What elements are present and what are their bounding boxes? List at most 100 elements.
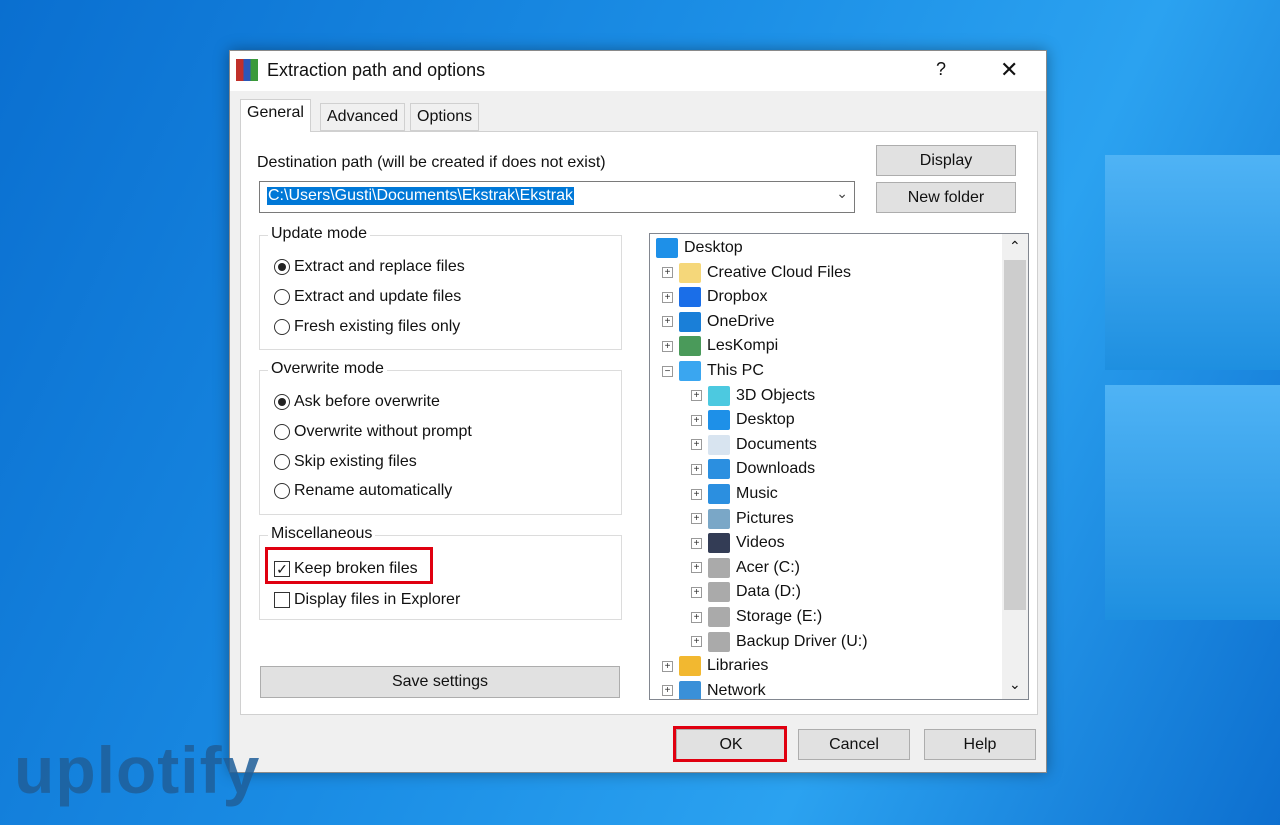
expand-icon[interactable]: + (691, 586, 702, 598)
tree-item[interactable]: + Libraries (662, 654, 768, 678)
chevron-down-icon[interactable]: ⌄ (836, 185, 848, 202)
network-icon (679, 680, 701, 699)
expand-icon[interactable]: + (691, 463, 702, 475)
expand-icon[interactable]: + (691, 488, 702, 500)
expand-icon[interactable]: + (662, 340, 673, 352)
destination-path-combobox[interactable]: C:\Users\Gusti\Documents\Ekstrak\Ekstrak… (259, 181, 855, 213)
drive-icon (708, 582, 730, 603)
tree-item-label: LesKompi (707, 337, 779, 355)
tab-general[interactable]: General (240, 99, 311, 132)
computer-icon (679, 361, 701, 381)
music-icon (708, 484, 730, 504)
tree-item[interactable]: Desktop (656, 236, 743, 260)
tree-item-label: Data (D:) (736, 583, 801, 601)
expand-icon[interactable]: + (691, 636, 702, 648)
folder-tree[interactable]: ⌃ ⌄ Desktop + Creative Cloud Files + Dropbox… (649, 233, 1029, 700)
downloads-icon (708, 459, 730, 480)
tree-item-label: Downloads (736, 460, 816, 478)
libraries-icon (679, 656, 701, 677)
documents-icon (708, 434, 730, 455)
help-button[interactable]: Help (924, 729, 1036, 760)
expand-icon[interactable]: + (691, 562, 702, 574)
radio-rename-automatically[interactable]: Rename automatically (274, 482, 452, 500)
drive-icon (708, 607, 730, 627)
option-label: Ask before overwrite (294, 393, 440, 410)
expand-icon[interactable]: + (691, 414, 702, 426)
tree-item[interactable]: + Network (662, 679, 766, 699)
expand-icon[interactable]: + (662, 685, 673, 697)
general-panel: Destination path (will be created if doe… (240, 131, 1038, 715)
radio-extract-update[interactable]: Extract and update files (274, 288, 461, 306)
expand-icon[interactable]: + (662, 660, 673, 672)
expand-icon[interactable]: + (691, 611, 702, 623)
radio-skip-existing[interactable]: Skip existing files (274, 453, 417, 471)
tree-item[interactable]: + Data (D:) (691, 580, 801, 604)
highlight-keep-broken (265, 547, 433, 584)
tab-options[interactable]: Options (410, 103, 480, 131)
update-mode-group: Update mode Extract and replace files Ex… (259, 225, 622, 350)
expand-icon[interactable]: + (662, 316, 673, 328)
dialog-title: Extraction path and options (267, 60, 486, 80)
desktop-icon (708, 410, 730, 431)
overwrite-mode-label: Overwrite mode (268, 360, 387, 378)
close-icon[interactable]: ✕ (1000, 57, 1018, 83)
expand-icon[interactable]: + (691, 439, 702, 451)
tree-item[interactable]: + Dropbox (662, 285, 767, 309)
tree-item[interactable]: + Documents (691, 433, 817, 457)
tree-item[interactable]: + OneDrive (662, 310, 775, 334)
tree-item[interactable]: + Music (691, 482, 778, 506)
expand-icon[interactable]: + (691, 390, 702, 402)
display-button[interactable]: Display (876, 145, 1016, 176)
expand-icon[interactable]: + (662, 267, 673, 279)
drive-icon (708, 631, 730, 652)
desktop-wallpaper-window-pane (1105, 385, 1280, 620)
3d-objects-icon (708, 385, 730, 406)
tree-item[interactable]: + Desktop (691, 408, 795, 432)
expand-icon[interactable]: + (662, 291, 673, 303)
expand-icon[interactable]: + (691, 537, 702, 549)
tree-item[interactable]: + Backup Driver (U:) (691, 630, 868, 654)
update-mode-label: Update mode (268, 225, 371, 243)
scroll-up-icon[interactable]: ⌃ (1009, 238, 1021, 255)
option-label: Extract and update files (294, 288, 462, 305)
destination-label: Destination path (will be created if doe… (257, 154, 606, 171)
collapse-icon[interactable]: − (662, 365, 673, 377)
creative-cloud-icon (679, 262, 701, 283)
tree-item[interactable]: − This PC (662, 359, 764, 383)
extraction-dialog: Extraction path and options ? ✕ General … (229, 50, 1047, 773)
checkbox-display-in-explorer[interactable]: Display files in Explorer (274, 591, 460, 609)
tree-item[interactable]: + Acer (C:) (691, 556, 800, 580)
tree-item[interactable]: + LesKompi (662, 334, 778, 358)
tree-item-label: OneDrive (707, 312, 775, 330)
tree-item-label: Network (707, 681, 766, 699)
radio-fresh-existing[interactable]: Fresh existing files only (274, 318, 460, 336)
tab-advanced[interactable]: Advanced (320, 103, 406, 131)
radio-extract-replace[interactable]: Extract and replace files (274, 258, 465, 276)
tree-item[interactable]: + Creative Cloud Files (662, 261, 851, 285)
scroll-thumb[interactable] (1004, 260, 1026, 610)
dropbox-icon (679, 287, 701, 308)
scroll-down-icon[interactable]: ⌄ (1009, 676, 1021, 693)
cancel-button[interactable]: Cancel (798, 729, 910, 760)
new-folder-button[interactable]: New folder (876, 182, 1016, 213)
tree-item-label: Music (736, 485, 778, 502)
tree-item[interactable]: + Videos (691, 531, 785, 555)
drive-icon (708, 557, 730, 578)
tree-item[interactable]: + Downloads (691, 457, 815, 481)
help-title-button[interactable]: ? (936, 59, 946, 80)
save-settings-button[interactable]: Save settings (260, 666, 620, 698)
tree-item-label: Creative Cloud Files (707, 263, 852, 281)
tree-scrollbar[interactable]: ⌃ ⌄ (1002, 234, 1028, 699)
winrar-icon (236, 59, 258, 81)
option-label: Fresh existing files only (294, 318, 461, 335)
tree-item[interactable]: + Pictures (691, 507, 794, 531)
radio-ask-before[interactable]: Ask before overwrite (274, 393, 440, 411)
onedrive-icon (679, 311, 701, 332)
tree-item[interactable]: + Storage (E:) (691, 605, 822, 629)
radio-overwrite-without-prompt[interactable]: Overwrite without prompt (274, 423, 472, 441)
tree-item[interactable]: +3D Objects (691, 384, 815, 408)
option-label: Extract and replace files (294, 258, 465, 275)
desktop-icon (656, 238, 678, 258)
overwrite-mode-group: Overwrite mode Ask before overwrite Over… (259, 360, 622, 515)
expand-icon[interactable]: + (691, 513, 702, 525)
